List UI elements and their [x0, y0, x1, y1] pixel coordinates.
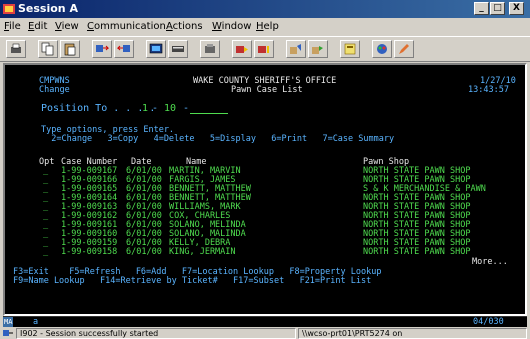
- paste-icon[interactable]: [60, 40, 80, 58]
- record-icon[interactable]: [200, 40, 220, 58]
- session-letter: a: [33, 317, 39, 327]
- menu-window[interactable]: Window: [212, 21, 251, 32]
- position-separator-2: -: [183, 103, 190, 114]
- color-palette-icon[interactable]: [372, 40, 392, 58]
- close-button[interactable]: X: [509, 2, 524, 15]
- menu-view[interactable]: View: [55, 21, 79, 32]
- copy-icon[interactable]: [38, 40, 58, 58]
- status-bar: I902 - Session successfully started \\wc…: [0, 327, 530, 339]
- position-to-label: Position To . . . .: [41, 103, 156, 114]
- minimize-button[interactable]: _: [474, 2, 489, 15]
- row-pawn-shop: NORTH STATE PAWN SHOP: [363, 247, 471, 257]
- receive-icon[interactable]: [114, 40, 134, 58]
- more-indicator: More...: [472, 257, 508, 267]
- title-bar: Session A _ □ X: [0, 0, 530, 18]
- macro-icon[interactable]: [286, 40, 306, 58]
- display-icon[interactable]: [146, 40, 166, 58]
- connection-status-icon: [3, 330, 13, 336]
- pause-icon[interactable]: [254, 40, 274, 58]
- row-option-input[interactable]: _: [43, 247, 48, 257]
- maximize-button[interactable]: □: [490, 2, 505, 15]
- map-icon[interactable]: [340, 40, 360, 58]
- status-message: I902 - Session successfully started: [16, 328, 296, 339]
- print-icon[interactable]: [6, 40, 26, 58]
- edit-icon[interactable]: [394, 40, 414, 58]
- position-from-input[interactable]: 1: [142, 104, 148, 114]
- play-icon[interactable]: [232, 40, 252, 58]
- menu-bar: File Edit View Communication Actions Win…: [0, 19, 530, 35]
- operator-info-area: MA a 04/030: [3, 316, 527, 327]
- position-separator: -: [152, 103, 159, 114]
- printer-status: \\wcso-prt01\PRT5274 on: [298, 328, 527, 339]
- menu-actions[interactable]: Actions: [166, 21, 203, 32]
- menu-edit[interactable]: Edit: [28, 21, 47, 32]
- row-name: KING, JERMAIN: [169, 247, 236, 257]
- row-case-number: 1-99-009158: [61, 247, 118, 257]
- screen-title: Pawn Case List: [231, 85, 303, 95]
- toolbar: [0, 36, 530, 62]
- session-app-icon[interactable]: [3, 3, 15, 15]
- macro-run-icon[interactable]: [308, 40, 328, 58]
- cursor-position: 04/030: [473, 317, 504, 327]
- options-list: 2=Change 3=Copy 4=Delete 5=Display 6=Pri…: [41, 134, 395, 144]
- screen-time: 13:43:57: [468, 85, 509, 95]
- keyboard-icon[interactable]: [168, 40, 188, 58]
- row-date: 6/01/00: [126, 247, 162, 257]
- window-title: Session A: [18, 2, 78, 15]
- position-extra-input[interactable]: [190, 105, 228, 114]
- screen-mode: Change: [39, 85, 70, 95]
- terminal-screen[interactable]: CMPWNS Change WAKE COUNTY SHERIFF'S OFFI…: [3, 63, 527, 316]
- menu-file[interactable]: File: [4, 21, 21, 32]
- position-to-input[interactable]: 10: [164, 104, 176, 114]
- oia-indicator: MA: [3, 317, 14, 327]
- menu-communication[interactable]: Communication: [87, 21, 166, 32]
- menu-help[interactable]: Help: [256, 21, 279, 32]
- function-keys-line-2: F9=Name Lookup F14=Retrieve by Ticket# F…: [13, 276, 372, 286]
- send-icon[interactable]: [92, 40, 112, 58]
